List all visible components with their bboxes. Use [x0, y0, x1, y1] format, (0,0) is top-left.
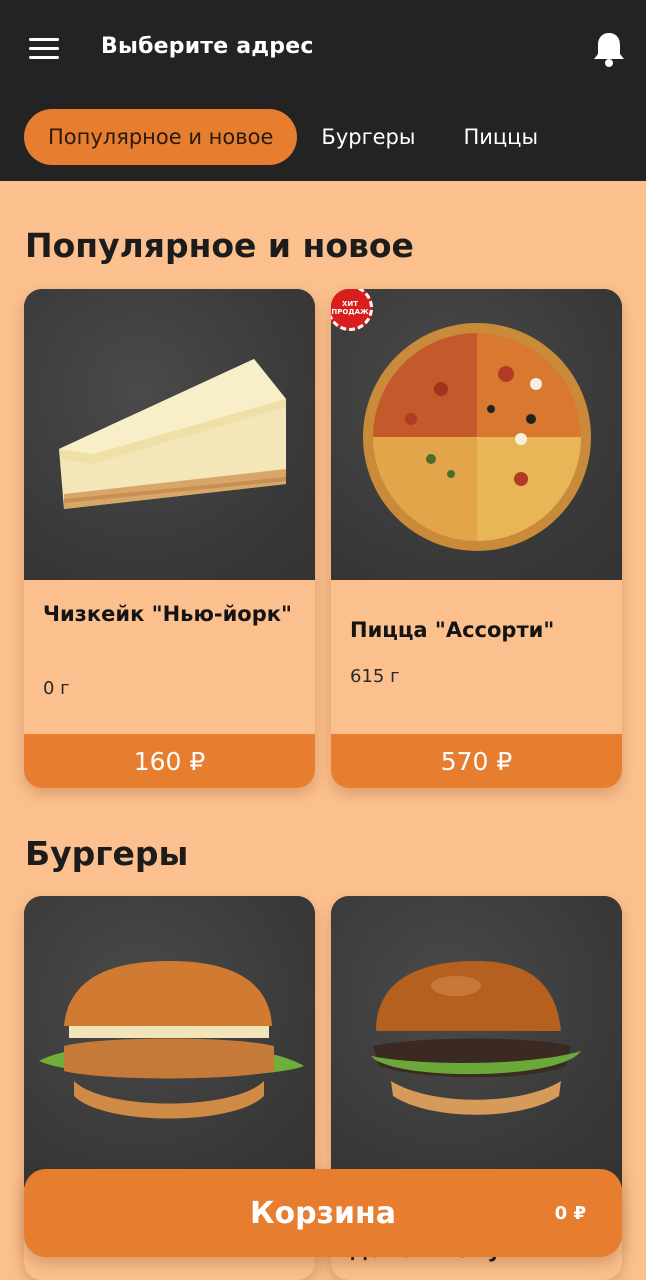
tab-popular[interactable]: Популярное и новое	[24, 109, 298, 165]
product-name: Пицца "Ассорти"	[350, 618, 555, 642]
product-image: ХИТ ПРОДАЖ	[331, 289, 622, 580]
bell-icon[interactable]	[592, 30, 626, 68]
menu-icon[interactable]	[29, 38, 59, 62]
category-tabs: Популярное и новое Бургеры Пиццы	[24, 108, 562, 166]
product-weight: 0 г	[43, 678, 70, 699]
cart-label: Корзина	[249, 1195, 397, 1231]
address-selector[interactable]: Выберите адрес	[101, 34, 314, 59]
product-image	[24, 289, 315, 580]
price-button[interactable]: 160 ₽	[24, 734, 315, 788]
price-button[interactable]: 570 ₽	[331, 734, 622, 788]
product-card-cheesecake[interactable]: Чизкейк "Нью-йорк" 0 г 160 ₽	[24, 289, 315, 788]
app-header: Выберите адрес Популярное и новое Бургер…	[0, 0, 646, 181]
product-image	[331, 896, 622, 1187]
cart-button[interactable]: Корзина 0 ₽	[24, 1169, 622, 1257]
section-title-popular: Популярное и новое	[25, 226, 414, 265]
tab-pizzas[interactable]: Пиццы	[439, 109, 562, 165]
product-name: Чизкейк "Нью-йорк"	[43, 602, 292, 626]
cart-total: 0 ₽	[554, 1202, 586, 1224]
product-image	[24, 896, 315, 1187]
tab-burgers[interactable]: Бургеры	[297, 109, 439, 165]
section-title-burgers: Бургеры	[25, 834, 189, 873]
product-weight: 615 г	[350, 666, 400, 687]
product-card-pizza[interactable]: ХИТ ПРОДАЖ Пицца "Ассорти" 615 г 570 ₽	[331, 289, 622, 788]
